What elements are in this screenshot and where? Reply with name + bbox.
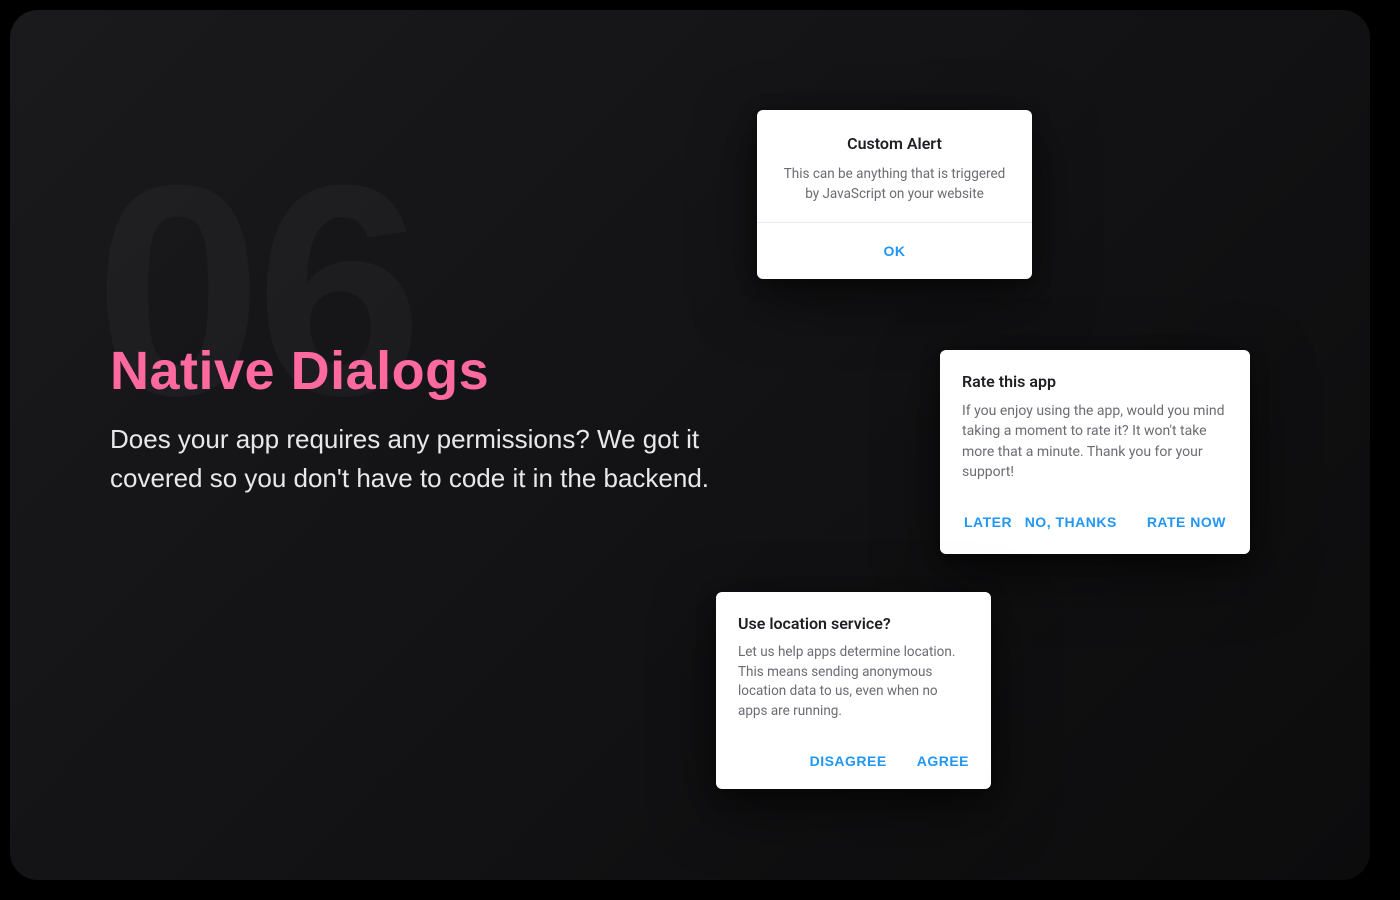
actions-trailing: NO, THANKS RATE NOW [1023, 510, 1228, 534]
ok-button[interactable]: OK [882, 239, 908, 263]
no-thanks-button[interactable]: NO, THANKS [1023, 510, 1119, 534]
hero-subtitle: Does your app requires any permissions? … [110, 420, 750, 498]
agree-button[interactable]: AGREE [915, 749, 971, 773]
dialog-actions: OK [757, 222, 1032, 279]
dialog-body: If you enjoy using the app, would you mi… [962, 401, 1228, 482]
dialog-location-service: Use location service? Let us help apps d… [716, 592, 991, 789]
rate-now-button[interactable]: RATE NOW [1145, 510, 1228, 534]
hero-block: Native Dialogs Does your app requires an… [110, 340, 750, 498]
dialog-title: Rate this app [962, 372, 1228, 391]
later-button[interactable]: LATER [962, 510, 1014, 534]
dialog-rate-app: Rate this app If you enjoy using the app… [940, 350, 1250, 554]
dialog-title: Custom Alert [779, 134, 1010, 153]
dialog-content: Custom Alert This can be anything that i… [757, 110, 1032, 222]
dialog-custom-alert: Custom Alert This can be anything that i… [757, 110, 1032, 279]
dialog-body: Let us help apps determine location. Thi… [738, 643, 969, 721]
dialog-actions: DISAGREE AGREE [716, 735, 991, 789]
dialog-actions: LATER NO, THANKS RATE NOW [940, 496, 1250, 554]
dialog-content: Rate this app If you enjoy using the app… [940, 350, 1250, 496]
slide-06-native-dialogs: 06 Native Dialogs Does your app requires… [10, 10, 1370, 880]
disagree-button[interactable]: DISAGREE [808, 749, 889, 773]
hero-title: Native Dialogs [110, 340, 750, 402]
dialog-title: Use location service? [738, 614, 969, 633]
dialog-content: Use location service? Let us help apps d… [716, 592, 991, 735]
dialog-body: This can be anything that is triggered b… [779, 165, 1010, 204]
